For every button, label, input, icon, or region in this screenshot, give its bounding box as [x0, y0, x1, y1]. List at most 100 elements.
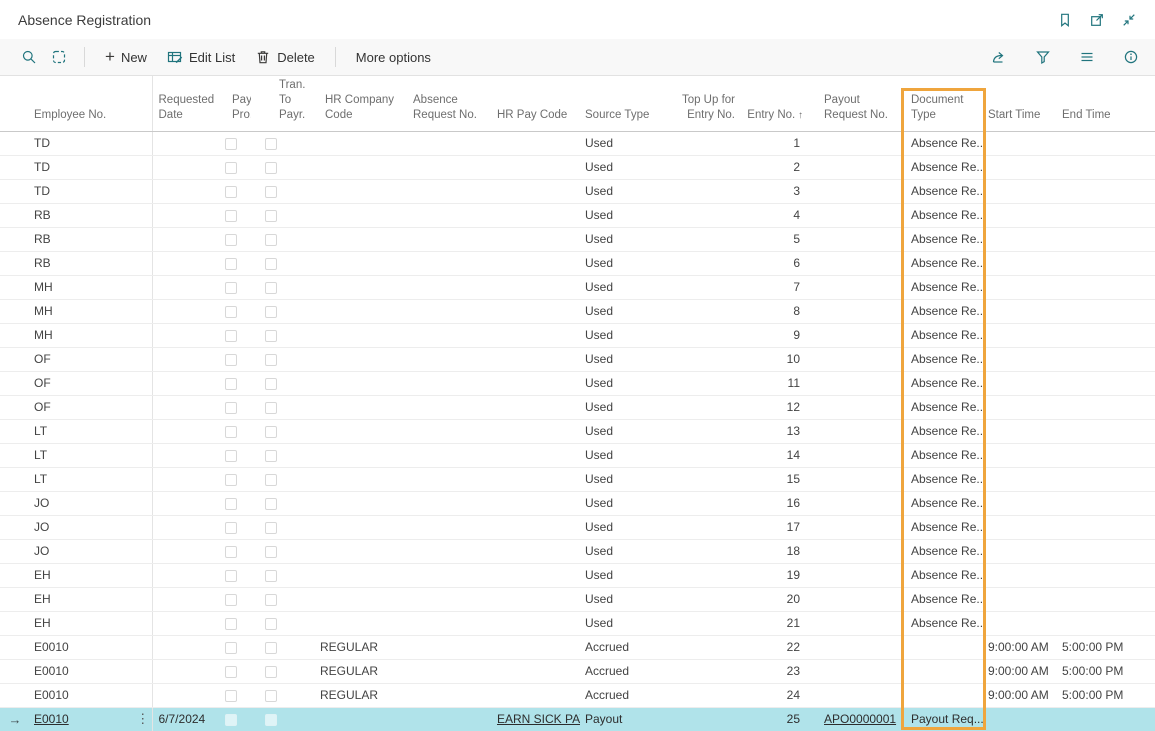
cell-absence-request-no[interactable]: [409, 179, 492, 203]
cell-start-time[interactable]: [986, 371, 1056, 395]
cell-hr-pay-code[interactable]: [492, 587, 580, 611]
cell-payr-pro[interactable]: [221, 299, 251, 323]
cell-payout-request-no[interactable]: [815, 275, 899, 299]
cell-hr-company-code[interactable]: [305, 251, 409, 275]
cell-hr-company-code[interactable]: [305, 563, 409, 587]
cell-payout-request-no[interactable]: [815, 539, 899, 563]
cell-absence-request-no[interactable]: [409, 419, 492, 443]
cell-absence-request-no[interactable]: [409, 395, 492, 419]
cell-employee-no[interactable]: MH: [30, 299, 134, 323]
cell-absence-request-no[interactable]: [409, 275, 492, 299]
cell-hr-pay-code[interactable]: [492, 539, 580, 563]
cell-employee-no[interactable]: EH: [30, 611, 134, 635]
cell-end-time[interactable]: [1056, 539, 1155, 563]
cell-tran-to-payr[interactable]: [251, 707, 305, 731]
table-row-selected[interactable]: →E0010⋮6/7/2024EARN SICK PAYPayout25APO0…: [0, 707, 1155, 731]
cell-tran-to-payr[interactable]: [251, 467, 305, 491]
cell-absence-request-no[interactable]: [409, 635, 492, 659]
cell-entry-no[interactable]: 10: [739, 347, 815, 371]
cell-entry-no[interactable]: 9: [739, 323, 815, 347]
cell-source-type[interactable]: Used: [580, 203, 672, 227]
cell-payr-pro[interactable]: [221, 659, 251, 683]
cell-hr-company-code[interactable]: [305, 203, 409, 227]
table-row[interactable]: E0010REGULARAccrued249:00:00 AM5:00:00 P…: [0, 683, 1155, 707]
cell-entry-no[interactable]: 8: [739, 299, 815, 323]
cell-absence-request-no[interactable]: [409, 347, 492, 371]
cell-hr-pay-code[interactable]: [492, 251, 580, 275]
cell-requested-date[interactable]: [152, 443, 221, 467]
cell-requested-date[interactable]: [152, 155, 221, 179]
cell-source-type[interactable]: Used: [580, 227, 672, 251]
payr-pro-checkbox[interactable]: [225, 354, 237, 366]
tran-to-payr-checkbox[interactable]: [265, 594, 277, 606]
cell-top-up-for-entry-no[interactable]: [672, 635, 739, 659]
cell-absence-request-no[interactable]: [409, 515, 492, 539]
cell-source-type[interactable]: Used: [580, 419, 672, 443]
cell-top-up-for-entry-no[interactable]: [672, 203, 739, 227]
cell-end-time[interactable]: 5:00:00 PM: [1056, 683, 1155, 707]
cell-entry-no[interactable]: 13: [739, 419, 815, 443]
tran-to-payr-checkbox[interactable]: [265, 282, 277, 294]
cell-entry-no[interactable]: 19: [739, 563, 815, 587]
cell-end-time[interactable]: [1056, 347, 1155, 371]
cell-top-up-for-entry-no[interactable]: [672, 299, 739, 323]
table-row[interactable]: MHUsed9Absence Re...: [0, 323, 1155, 347]
cell-start-time[interactable]: [986, 323, 1056, 347]
table-row[interactable]: OFUsed10Absence Re...: [0, 347, 1155, 371]
payr-pro-checkbox[interactable]: [225, 594, 237, 606]
cell-hr-company-code[interactable]: REGULAR: [305, 659, 409, 683]
cell-source-type[interactable]: Accrued: [580, 659, 672, 683]
cell-tran-to-payr[interactable]: [251, 251, 305, 275]
payr-pro-checkbox[interactable]: [225, 234, 237, 246]
cell-top-up-for-entry-no[interactable]: [672, 155, 739, 179]
cell-start-time[interactable]: [986, 203, 1056, 227]
table-row[interactable]: TDUsed1Absence Re...: [0, 131, 1155, 155]
cell-top-up-for-entry-no[interactable]: [672, 707, 739, 731]
table-row[interactable]: JOUsed17Absence Re...: [0, 515, 1155, 539]
cell-tran-to-payr[interactable]: [251, 275, 305, 299]
cell-requested-date[interactable]: [152, 467, 221, 491]
cell-document-type[interactable]: Absence Re...: [899, 443, 986, 467]
cell-hr-pay-code[interactable]: [492, 347, 580, 371]
payr-pro-checkbox[interactable]: [225, 426, 237, 438]
table-row[interactable]: RBUsed5Absence Re...: [0, 227, 1155, 251]
cell-top-up-for-entry-no[interactable]: [672, 659, 739, 683]
cell-absence-request-no[interactable]: [409, 563, 492, 587]
cell-document-type[interactable]: Absence Re...: [899, 395, 986, 419]
cell-source-type[interactable]: Used: [580, 131, 672, 155]
cell-hr-pay-code[interactable]: [492, 419, 580, 443]
tran-to-payr-checkbox[interactable]: [265, 450, 277, 462]
cell-employee-no[interactable]: LT: [30, 443, 134, 467]
cell-requested-date[interactable]: [152, 395, 221, 419]
cell-end-time[interactable]: 5:00:00 PM: [1056, 635, 1155, 659]
cell-requested-date[interactable]: [152, 587, 221, 611]
row-menu-ellipsis[interactable]: ⋮: [134, 707, 152, 731]
cell-entry-no[interactable]: 23: [739, 659, 815, 683]
edit-list-button[interactable]: Edit List: [157, 43, 245, 71]
cell-requested-date[interactable]: [152, 299, 221, 323]
cell-document-type[interactable]: Absence Re...: [899, 179, 986, 203]
cell-requested-date[interactable]: [152, 683, 221, 707]
tran-to-payr-checkbox[interactable]: [265, 378, 277, 390]
cell-start-time[interactable]: [986, 131, 1056, 155]
cell-document-type[interactable]: [899, 683, 986, 707]
cell-entry-no[interactable]: 22: [739, 635, 815, 659]
payr-pro-checkbox[interactable]: [225, 522, 237, 534]
cell-top-up-for-entry-no[interactable]: [672, 395, 739, 419]
payr-pro-checkbox[interactable]: [225, 690, 237, 702]
cell-payout-request-no[interactable]: [815, 635, 899, 659]
cell-payr-pro[interactable]: [221, 203, 251, 227]
cell-entry-no[interactable]: 4: [739, 203, 815, 227]
cell-tran-to-payr[interactable]: [251, 419, 305, 443]
cell-source-type[interactable]: Used: [580, 515, 672, 539]
cell-end-time[interactable]: [1056, 419, 1155, 443]
cell-payr-pro[interactable]: [221, 491, 251, 515]
cell-requested-date[interactable]: [152, 323, 221, 347]
cell-absence-request-no[interactable]: [409, 371, 492, 395]
cell-top-up-for-entry-no[interactable]: [672, 371, 739, 395]
cell-entry-no[interactable]: 21: [739, 611, 815, 635]
cell-requested-date[interactable]: [152, 227, 221, 251]
cell-payr-pro[interactable]: [221, 635, 251, 659]
tran-to-payr-checkbox[interactable]: [265, 522, 277, 534]
cell-absence-request-no[interactable]: [409, 491, 492, 515]
